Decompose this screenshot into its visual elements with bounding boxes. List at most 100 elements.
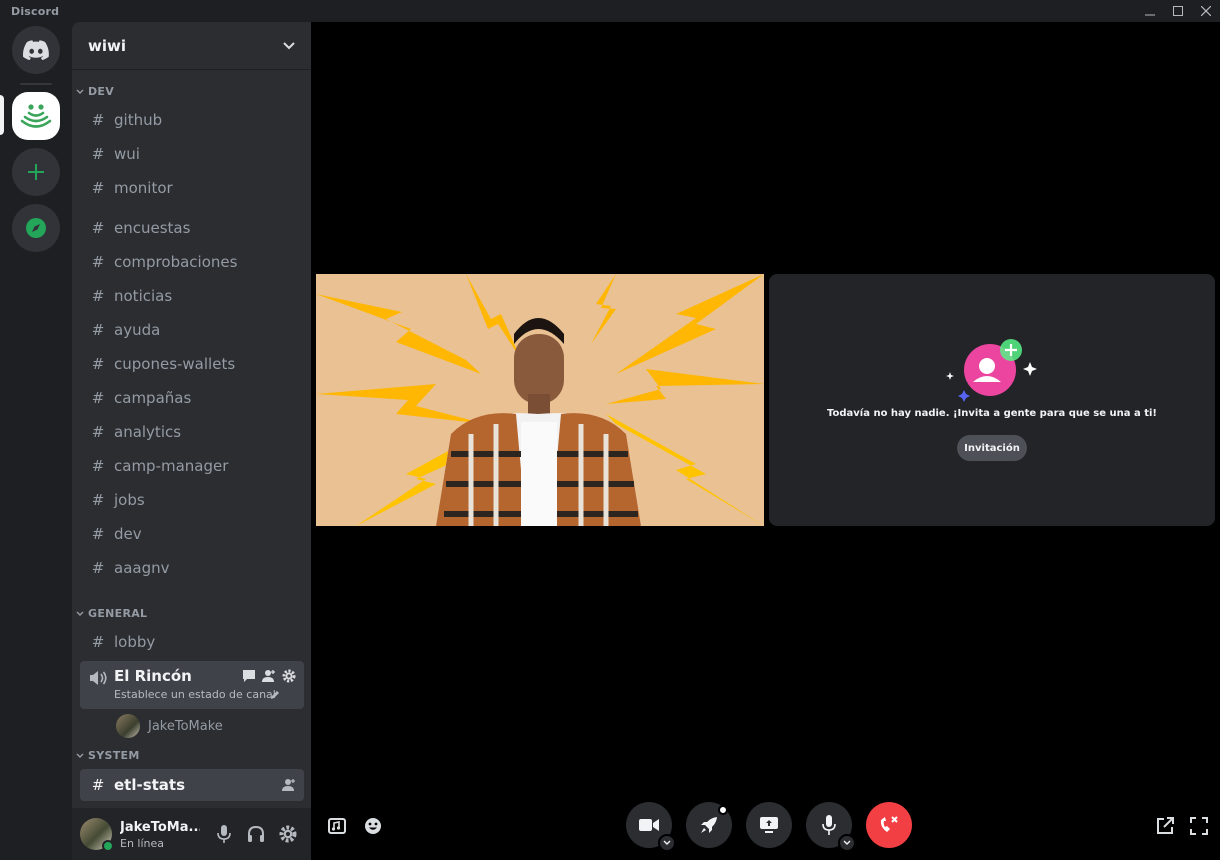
video-camera-icon — [639, 819, 659, 831]
smiley-icon — [365, 818, 381, 834]
category-general[interactable]: GENERAL — [76, 607, 147, 620]
hashtag-icon: # — [91, 253, 105, 271]
active-server-indicator — [0, 95, 4, 135]
hashtag-icon: # — [91, 179, 105, 197]
hashtag-icon: # — [91, 559, 105, 577]
channel-encuestas[interactable]: # encuestas — [80, 212, 304, 244]
user-panel: JakeToMa... En línea — [72, 808, 311, 860]
channel-campanas[interactable]: # campañas — [80, 382, 304, 414]
app-title: Discord — [11, 5, 60, 18]
server-list — [0, 22, 72, 860]
invite-button[interactable]: Invitación — [957, 435, 1027, 461]
close-window-button[interactable] — [1192, 0, 1220, 22]
online-status-indicator — [102, 840, 114, 852]
add-member-icon[interactable] — [282, 778, 296, 792]
minimize-button[interactable] — [1136, 0, 1164, 22]
hashtag-icon: # — [91, 111, 105, 129]
pencil-icon[interactable] — [270, 690, 280, 700]
user-status: En línea — [120, 837, 165, 850]
notification-dot — [718, 805, 728, 815]
compass-icon — [26, 218, 46, 238]
chat-icon[interactable] — [242, 669, 256, 683]
chevron-down-icon — [76, 753, 84, 758]
deafen-button[interactable] — [244, 822, 268, 846]
camera-feed — [316, 274, 764, 526]
chevron-down-icon — [843, 840, 851, 845]
headphones-icon — [248, 825, 264, 842]
hashtag-icon: # — [91, 776, 105, 794]
channel-analytics[interactable]: # analytics — [80, 416, 304, 448]
activities-button[interactable] — [686, 802, 732, 848]
hashtag-icon: # — [91, 389, 105, 407]
speaker-icon — [90, 671, 107, 685]
category-system[interactable]: SYSTEM — [76, 749, 140, 762]
home-button[interactable] — [12, 26, 60, 74]
hashtag-icon: # — [91, 355, 105, 373]
voice-channel-el-rincon[interactable]: El Rincón Establece un estado de canal — [80, 661, 304, 709]
pop-out-button[interactable] — [1153, 814, 1177, 838]
explore-servers-button[interactable] — [12, 204, 60, 252]
channel-etl-stats[interactable]: # etl-stats — [80, 769, 304, 801]
voice-member-jaketomake[interactable]: JakeToMake — [116, 714, 223, 738]
user-settings-button[interactable] — [276, 822, 300, 846]
hang-up-icon — [880, 816, 898, 832]
plus-icon — [28, 164, 44, 180]
microphone-icon — [217, 825, 231, 843]
server-header[interactable]: wiwi — [72, 22, 311, 70]
channel-comprobaciones[interactable]: # comprobaciones — [80, 246, 304, 278]
disconnect-button[interactable] — [866, 802, 912, 848]
voice-channel-status[interactable]: Establece un estado de canal — [114, 688, 276, 701]
invite-illustration-icon — [946, 339, 1037, 402]
category-dev[interactable]: DEV — [76, 85, 114, 98]
channel-dev[interactable]: # dev — [80, 518, 304, 550]
hashtag-icon: # — [91, 423, 105, 441]
screen-share-icon — [760, 817, 778, 833]
title-bar: Discord — [0, 0, 1220, 22]
voice-stage: Todavía no hay nadie. ¡Invita a gente pa… — [311, 22, 1220, 860]
discord-logo-icon — [23, 40, 49, 60]
server-wiwi-button[interactable] — [12, 92, 60, 140]
channel-wui[interactable]: # wui — [80, 138, 304, 170]
screen-share-button[interactable] — [746, 802, 792, 848]
microphone-options-chevron[interactable] — [838, 834, 856, 852]
gear-icon[interactable] — [282, 669, 296, 683]
channel-noticias[interactable]: # noticias — [80, 280, 304, 312]
channel-monitor[interactable]: # monitor — [80, 172, 304, 204]
mute-button[interactable] — [212, 822, 236, 846]
hashtag-icon: # — [91, 491, 105, 509]
username[interactable]: JakeToMa... — [120, 820, 200, 835]
pop-out-icon — [1157, 817, 1174, 834]
chevron-down-icon — [283, 41, 295, 49]
hashtag-icon: # — [91, 287, 105, 305]
channel-camp-manager[interactable]: # camp-manager — [80, 450, 304, 482]
gear-icon — [279, 825, 297, 843]
camera-toggle-button[interactable] — [626, 802, 676, 852]
channel-github[interactable]: # github — [80, 104, 304, 136]
add-server-button[interactable] — [12, 148, 60, 196]
activity-shelf-button[interactable] — [325, 814, 349, 838]
camera-options-chevron[interactable] — [658, 834, 676, 852]
channel-ayuda[interactable]: # ayuda — [80, 314, 304, 346]
soundboard-icon — [328, 818, 346, 834]
minimize-icon — [1145, 14, 1155, 16]
video-tile-camera[interactable] — [316, 274, 764, 526]
channel-jobs[interactable]: # jobs — [80, 484, 304, 516]
server-name: wiwi — [88, 36, 126, 55]
microphone-toggle-button[interactable] — [806, 802, 856, 852]
add-member-icon[interactable] — [262, 669, 276, 683]
hashtag-icon: # — [91, 145, 105, 163]
channel-aaagnv[interactable]: # aaagnv — [80, 552, 304, 584]
emoji-reaction-button[interactable] — [361, 814, 385, 838]
voice-member-name: JakeToMake — [148, 718, 223, 734]
chevron-down-icon — [76, 89, 84, 94]
empty-state-message: Todavía no hay nadie. ¡Invita a gente pa… — [827, 408, 1157, 419]
channel-cupones-wallets[interactable]: # cupones-wallets — [80, 348, 304, 380]
chevron-down-icon — [663, 840, 671, 845]
maximize-button[interactable] — [1164, 0, 1192, 22]
hashtag-icon: # — [91, 219, 105, 237]
avatar — [116, 714, 140, 738]
microphone-icon — [822, 815, 836, 835]
hashtag-icon: # — [91, 525, 105, 543]
channel-lobby[interactable]: # lobby — [80, 626, 304, 658]
fullscreen-button[interactable] — [1187, 814, 1211, 838]
